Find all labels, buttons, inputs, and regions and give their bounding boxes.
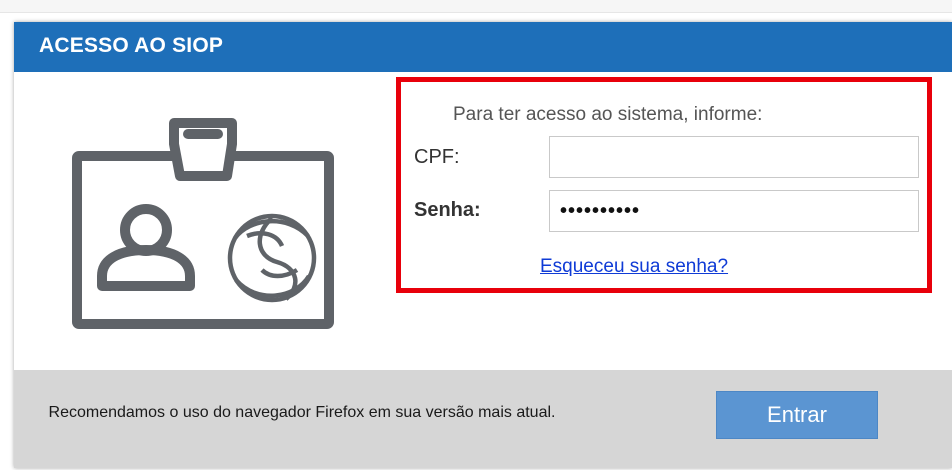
page-title: ACESSO AO SIOP bbox=[39, 34, 224, 57]
login-prompt: Para ter acesso ao sistema, informe: bbox=[453, 104, 763, 125]
forgot-password-link[interactable]: Esqueceu sua senha? bbox=[540, 256, 728, 278]
enter-button[interactable]: Entrar bbox=[716, 391, 878, 439]
panel-footer: Recomendamos o uso do navegador Firefox … bbox=[14, 370, 952, 468]
login-panel: ACESSO AO SIOP Para ter acesso ao sistem… bbox=[14, 22, 952, 468]
login-form-highlight: Para ter acesso ao sistema, informe: CPF… bbox=[396, 77, 932, 293]
browser-recommendation: Recomendamos o uso do navegador Firefox … bbox=[48, 404, 556, 421]
panel-header: ACESSO AO SIOP bbox=[14, 22, 952, 72]
senha-label: Senha: bbox=[414, 199, 481, 221]
top-strip bbox=[0, 0, 952, 13]
senha-input[interactable] bbox=[549, 190, 919, 232]
id-badge-icon bbox=[72, 118, 334, 329]
cpf-label: CPF: bbox=[414, 146, 460, 168]
cpf-input[interactable] bbox=[549, 136, 919, 178]
